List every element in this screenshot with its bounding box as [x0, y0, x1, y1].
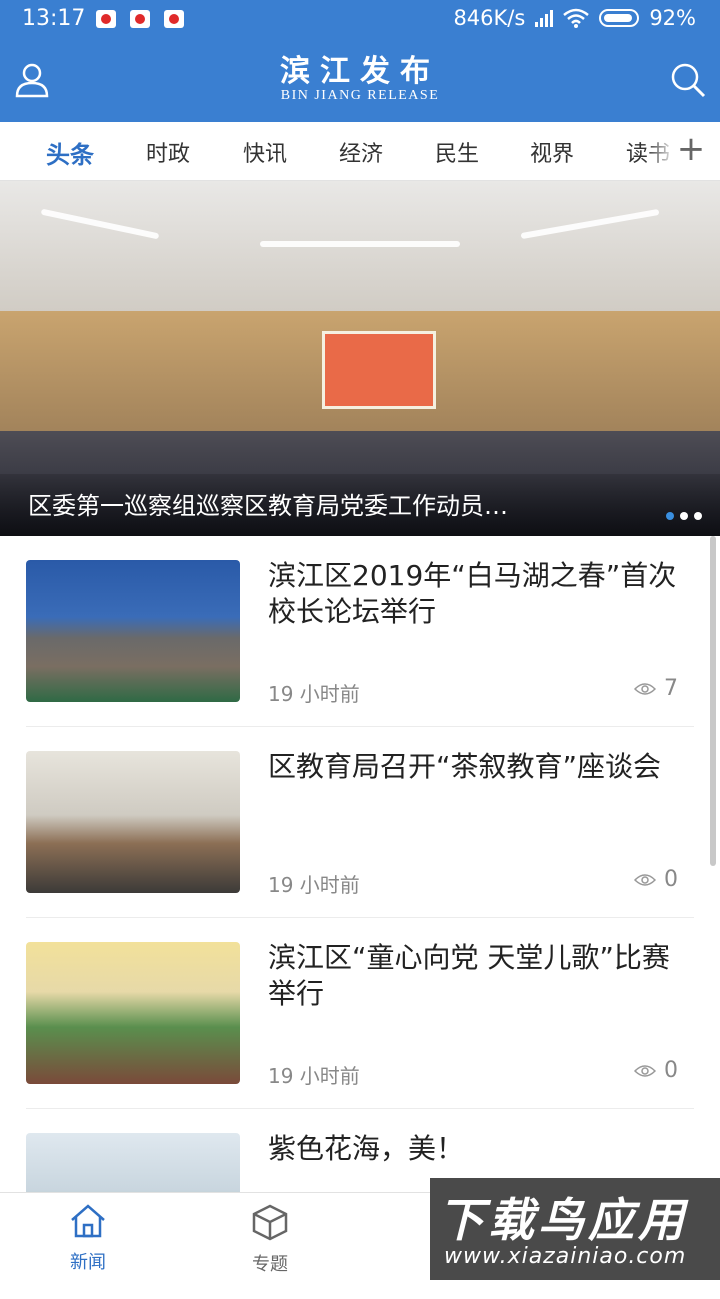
nav-news-label: 新闻 [70, 1252, 106, 1273]
cube-icon [252, 1204, 288, 1241]
news-views: 7 [634, 676, 678, 701]
carousel-dot [680, 512, 688, 520]
news-title: 滨江区2019年“白马湖之春”首次校长论坛举行 [268, 559, 677, 628]
network-speed: 846K/s [453, 6, 526, 30]
watermark-title: 下载鸟应用 [438, 1193, 688, 1247]
weibo-notification-icon [130, 10, 150, 28]
news-title: 滨江区“童心向党 天堂儿歌”比赛举行 [268, 941, 670, 1010]
watermark-logo: 下载鸟应用 www.xiazainiao.com [430, 1178, 720, 1280]
search-icon[interactable] [668, 60, 708, 100]
carousel-dot-active [666, 512, 674, 520]
news-thumbnail [26, 560, 240, 702]
tab-vision[interactable]: 视界 [530, 136, 574, 168]
home-icon [71, 1204, 105, 1238]
nav-news[interactable]: 新闻 [38, 1203, 138, 1274]
tab-livelihood[interactable]: 民生 [435, 136, 479, 168]
hero-caption-bar: 区委第一巡察组巡察区教育局党委工作动员… [0, 474, 720, 536]
watermark-url: www.xiazainiao.com [444, 1244, 687, 1269]
news-item[interactable]: 滨江区“童心向党 天堂儿歌”比赛举行 19 小时前 0 [26, 918, 694, 1109]
tab-fade [646, 122, 676, 180]
tab-economy[interactable]: 经济 [339, 136, 383, 168]
news-view-count: 7 [664, 676, 678, 701]
news-view-count: 0 [664, 867, 678, 892]
eye-icon [634, 1064, 656, 1077]
add-tab-icon[interactable]: + [676, 132, 706, 168]
carousel-dots [666, 512, 702, 520]
tab-flash[interactable]: 快讯 [243, 136, 287, 168]
signal-icon [535, 9, 554, 27]
video-notification-icon [164, 10, 184, 28]
news-item[interactable]: 区教育局召开“茶叙教育”座谈会 19 小时前 0 [26, 727, 694, 918]
carousel-dot [694, 512, 702, 520]
tab-headlines[interactable]: 头条 [46, 135, 94, 170]
battery-level: 92% [649, 6, 696, 30]
news-title: 紫色花海，美！ [268, 1132, 465, 1165]
app-header: 滨江发布 BIN JIANG RELEASE [0, 40, 720, 122]
category-tabs: 头条 时政 快讯 经济 民生 视界 读书 + [0, 122, 720, 181]
status-time: 13:17 [22, 6, 86, 31]
news-item[interactable]: 滨江区2019年“白马湖之春”首次校长论坛举行 19 小时前 7 [26, 536, 694, 727]
nav-topics-label: 专题 [252, 1254, 288, 1275]
eye-icon [634, 682, 656, 695]
news-time: 19 小时前 [268, 682, 360, 706]
app-title: 滨江发布 [280, 54, 440, 89]
app-notification-icon [96, 10, 116, 28]
hero-image-ceiling [0, 181, 720, 321]
app-logo: 滨江发布 BIN JIANG RELEASE [0, 56, 720, 104]
hero-banner[interactable]: 区委第一巡察组巡察区教育局党委工作动员… [0, 181, 720, 536]
hero-image-light [260, 241, 460, 247]
nav-topics[interactable]: 专题 [220, 1203, 320, 1276]
news-views: 0 [634, 1058, 678, 1083]
status-right: 846K/s 92% [453, 6, 696, 30]
news-time: 19 小时前 [268, 1064, 360, 1088]
news-thumbnail [26, 751, 240, 893]
status-bar: 13:17 846K/s 92% [0, 0, 720, 40]
eye-icon [634, 873, 656, 886]
wifi-icon [563, 8, 590, 28]
news-time: 19 小时前 [268, 873, 360, 897]
news-view-count: 0 [664, 1058, 678, 1083]
hero-caption: 区委第一巡察组巡察区教育局党委工作动员… [28, 492, 508, 520]
news-views: 0 [634, 867, 678, 892]
hero-image-screen [322, 331, 436, 409]
news-title: 区教育局召开“茶叙教育”座谈会 [268, 750, 662, 783]
scrollbar[interactable] [710, 536, 716, 866]
tab-politics[interactable]: 时政 [146, 136, 190, 168]
app-subtitle: BIN JIANG RELEASE [280, 88, 440, 103]
news-thumbnail [26, 942, 240, 1084]
battery-icon [599, 9, 640, 27]
